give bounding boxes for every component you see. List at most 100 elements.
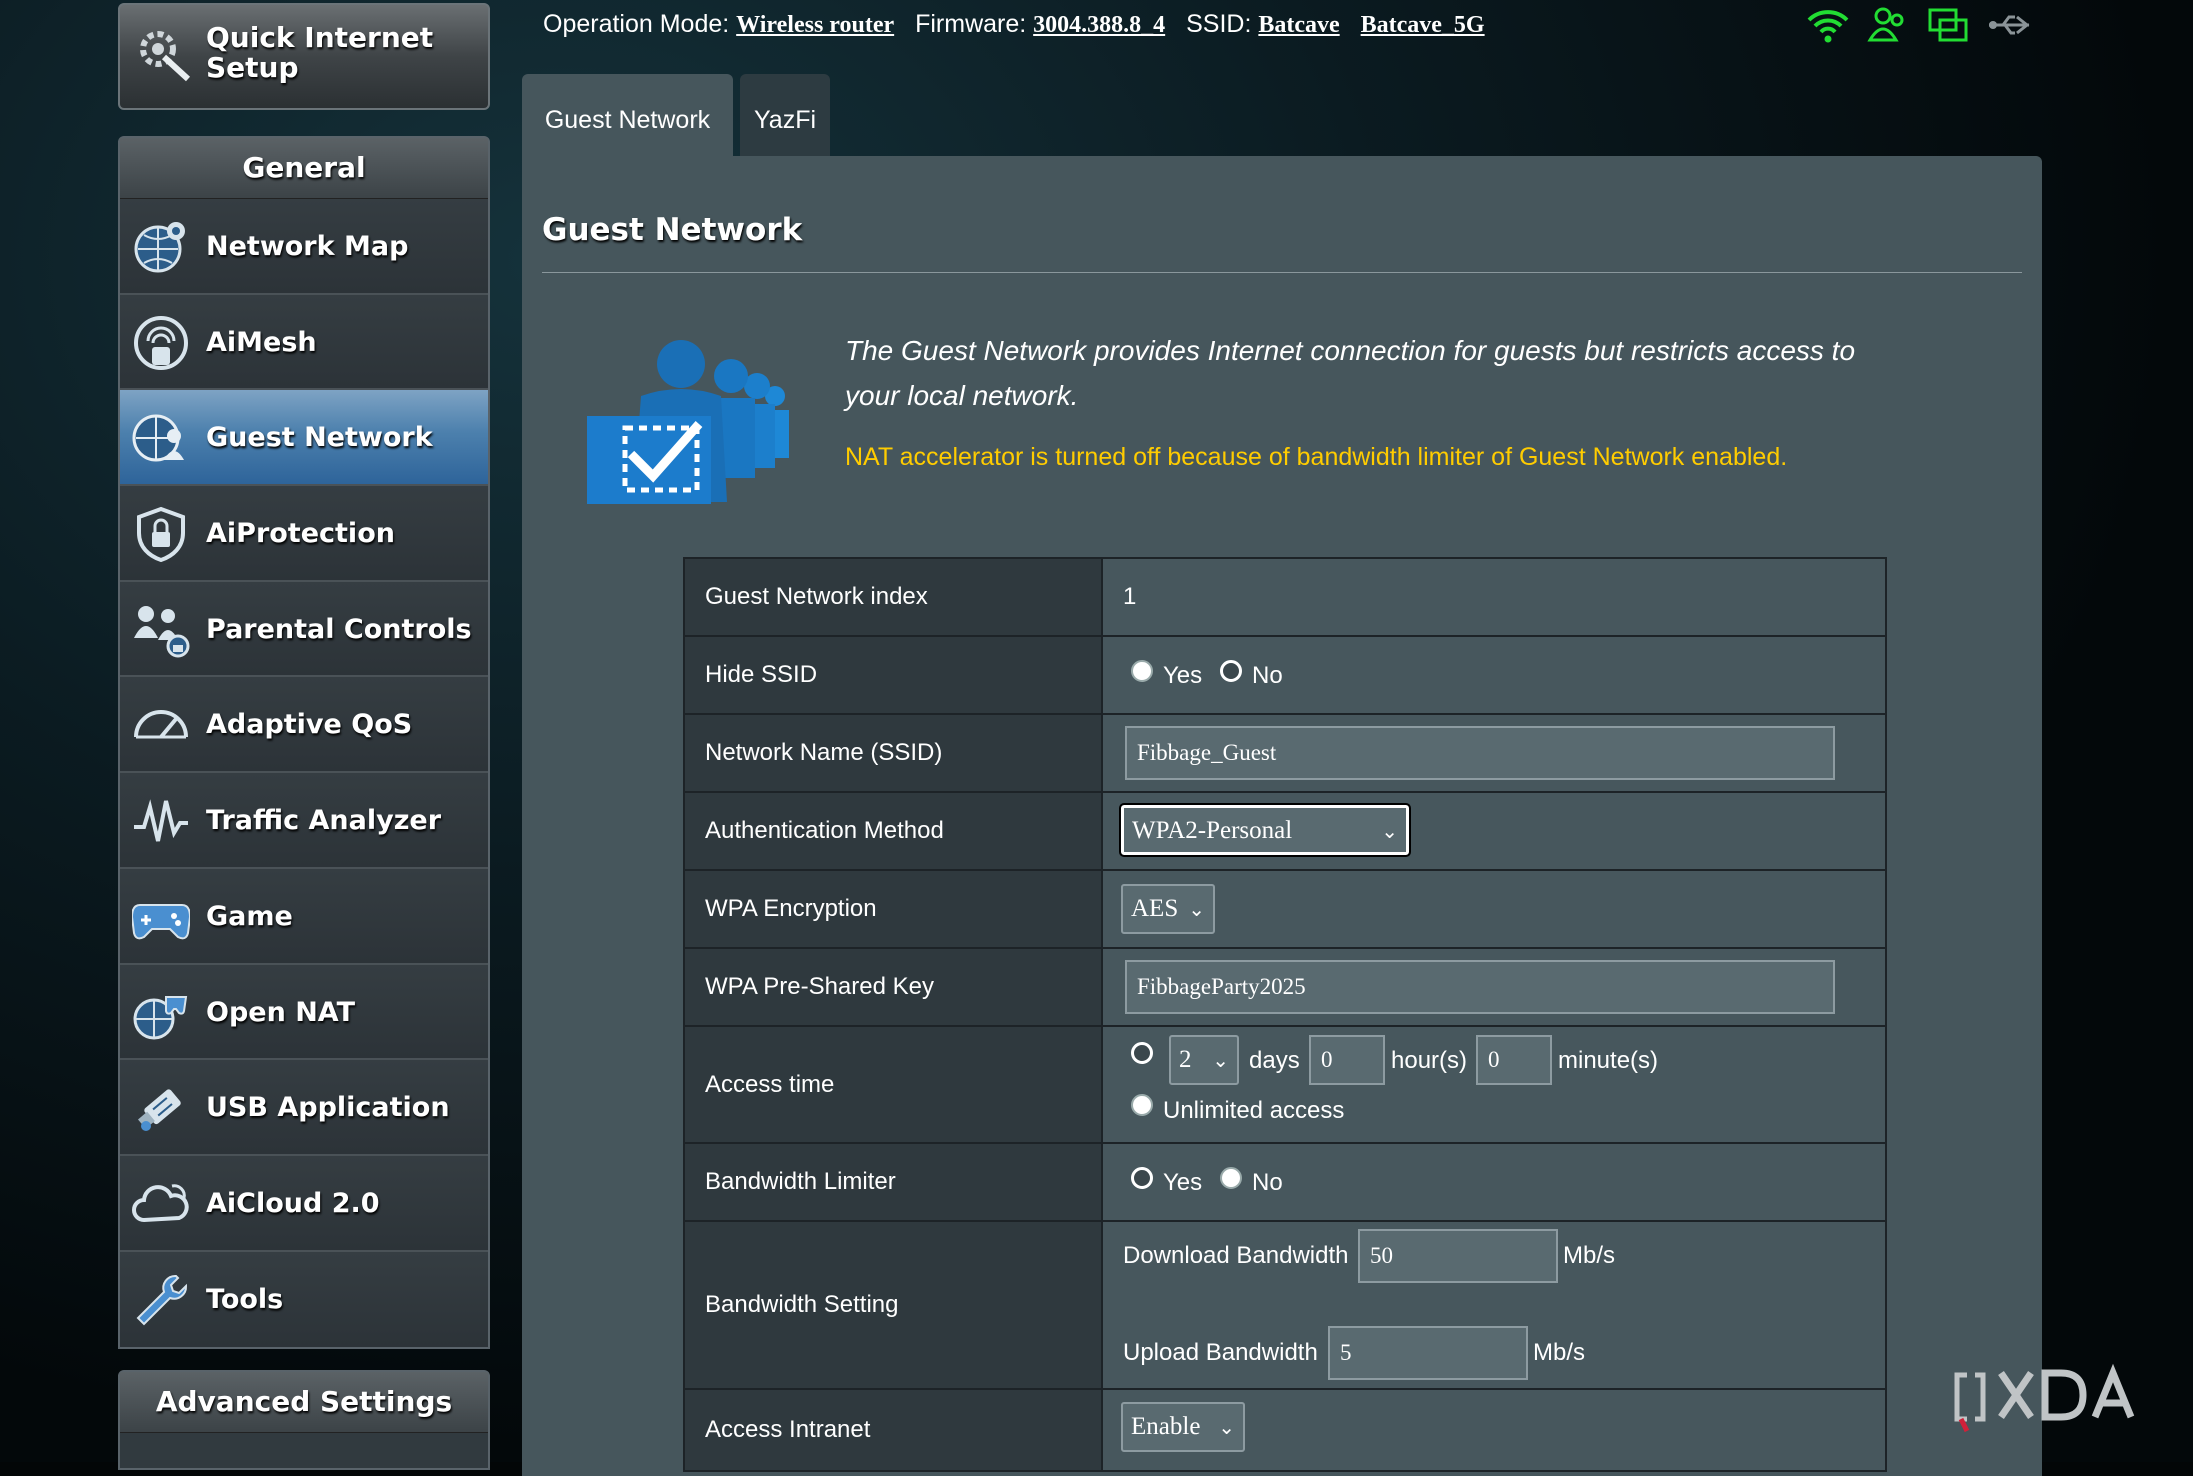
tab-guest-network[interactable]: Guest Network <box>522 74 733 156</box>
bw-limiter-no-radio[interactable] <box>1220 1167 1242 1189</box>
psk-input[interactable]: FibbageParty2025 <box>1125 960 1835 1014</box>
sidebar-item-usb-application[interactable]: USB Application <box>120 1060 488 1156</box>
row-bandwidth-limiter: Bandwidth Limiter Yes No <box>685 1144 1885 1222</box>
sidebar-item-aiprotection[interactable]: AiProtection <box>120 486 488 582</box>
sidebar-item-label: Parental Controls <box>206 613 472 645</box>
firmware-label: Firmware: <box>915 10 1027 38</box>
days-value: 2 <box>1179 1046 1192 1073</box>
status-bar: Operation Mode: Wireless router Firmware… <box>543 10 1499 39</box>
clients-icon[interactable] <box>1867 6 1907 49</box>
sidebar-item-label: Traffic Analyzer <box>206 805 442 837</box>
sidebar-item-adaptive-qos[interactable]: Adaptive QoS <box>120 677 488 774</box>
sidebar-item-network-map[interactable]: Network Map <box>120 199 488 295</box>
gauge-icon <box>132 697 190 753</box>
sidebar-item-traffic-analyzer[interactable]: Traffic Analyzer <box>120 773 488 869</box>
wpa-encryption-value: AES <box>1131 895 1179 922</box>
globe-map-icon <box>132 219 190 275</box>
ssid-input[interactable]: Fibbage_Guest <box>1125 726 1835 780</box>
advanced-settings-header: Advanced Settings <box>120 1372 488 1433</box>
op-mode-link[interactable]: Wireless router <box>736 12 894 38</box>
hide-ssid-no-label: No <box>1252 662 1283 689</box>
hours-input[interactable]: 0 <box>1309 1035 1385 1085</box>
hours-unit: hour(s) <box>1391 1047 1468 1074</box>
sidebar-item-label: Network Map <box>206 231 409 262</box>
sidebar-item-open-nat[interactable]: Open NAT <box>120 964 488 1061</box>
gamepad-icon <box>130 889 192 945</box>
row-wpa-encryption: WPA Encryption AES ⌄ <box>685 871 1885 949</box>
hide-ssid-label: Hide SSID <box>685 637 1103 713</box>
chevron-down-icon: ⌄ <box>1381 819 1398 843</box>
row-psk: WPA Pre-Shared Key FibbageParty2025 <box>685 949 1885 1027</box>
minutes-input[interactable]: 0 <box>1476 1035 1552 1085</box>
row-hide-ssid: Hide SSID Yes No <box>685 637 1885 715</box>
row-auth-method: Authentication Method WPA2-Personal ⌄ <box>685 793 1885 871</box>
nat-warning-text: NAT accelerator is turned off because of… <box>845 443 1788 471</box>
timed-access-radio[interactable] <box>1131 1042 1153 1064</box>
row-access-time: Access time 2 ⌄ days 0 hour(s) 0 minute(… <box>685 1027 1885 1144</box>
auth-method-select[interactable]: WPA2-Personal ⌄ <box>1119 803 1411 857</box>
chevron-down-icon: ⌄ <box>1212 1048 1229 1072</box>
row-guest-index: Guest Network index 1 <box>685 559 1885 637</box>
psk-label: WPA Pre-Shared Key <box>685 949 1103 1025</box>
sidebar-item-label: Guest Network <box>206 422 433 454</box>
row-bandwidth-setting: Bandwidth Setting Download Bandwidth 50 … <box>685 1222 1885 1390</box>
network-status-icon[interactable] <box>1928 6 1970 49</box>
sidebar-item-parental-controls[interactable]: Parental Controls <box>120 581 488 678</box>
guest-index-label: Guest Network index <box>685 559 1103 635</box>
access-intranet-select[interactable]: Enable ⌄ <box>1121 1402 1245 1452</box>
sidebar-item-guest-network[interactable]: Guest Network <box>120 390 488 487</box>
guest-users-icon <box>585 336 805 506</box>
sidebar-item-label: Game <box>206 900 293 932</box>
sidebar-item-aicloud[interactable]: AiCloud 2.0 <box>120 1155 488 1252</box>
days-unit: days <box>1249 1047 1300 1074</box>
sidebar-item-aimesh[interactable]: AiMesh <box>120 294 488 391</box>
wpa-encryption-label: WPA Encryption <box>685 871 1103 947</box>
unlimited-access-radio[interactable] <box>1131 1094 1153 1116</box>
open-nat-icon <box>132 985 190 1041</box>
sidebar-item-label: Adaptive QoS <box>206 709 413 741</box>
quick-setup-label: Quick Internet Setup <box>206 21 434 84</box>
ssid-field-label: Network Name (SSID) <box>685 715 1103 791</box>
guest-network-description: The Guest Network provides Internet conn… <box>845 335 1856 411</box>
aimesh-icon <box>132 315 190 371</box>
bandwidth-setting-label: Bandwidth Setting <box>685 1222 1103 1388</box>
general-header: General <box>120 138 488 199</box>
wifi-icon[interactable] <box>1807 6 1849 49</box>
guest-network-icon <box>132 410 190 466</box>
hide-ssid-yes-label: Yes <box>1163 662 1203 689</box>
bw-limiter-yes-label: Yes <box>1163 1169 1203 1196</box>
wpa-encryption-select[interactable]: AES ⌄ <box>1121 884 1215 934</box>
quick-internet-setup-button[interactable]: Quick Internet Setup <box>118 3 490 110</box>
ssid-link-1[interactable]: Batcave <box>1258 12 1339 38</box>
download-bandwidth-input[interactable]: 50 <box>1358 1229 1558 1283</box>
title-divider <box>542 272 2022 273</box>
family-icon <box>132 602 190 658</box>
tab-yazfi[interactable]: YazFi <box>740 74 830 156</box>
ssid-link-2[interactable]: Batcave_5G <box>1361 12 1485 38</box>
sidebar-item-label: AiCloud 2.0 <box>206 1187 380 1219</box>
guest-network-form: Guest Network index 1 Hide SSID Yes No N… <box>683 557 1887 1472</box>
wrench-icon <box>132 1272 190 1328</box>
cloud-icon <box>132 1176 190 1232</box>
advanced-settings-menu: Advanced Settings <box>118 1370 490 1470</box>
sidebar-item-tools[interactable]: Tools <box>120 1251 488 1348</box>
sidebar-item-label: Tools <box>206 1283 284 1315</box>
page-title: Guest Network <box>542 212 803 248</box>
firmware-link[interactable]: 3004.388.8_4 <box>1033 12 1165 38</box>
chevron-down-icon: ⌄ <box>1218 1415 1235 1439</box>
bw-limiter-yes-radio[interactable] <box>1131 1167 1153 1189</box>
hide-ssid-no-radio[interactable] <box>1220 660 1242 682</box>
upload-bandwidth-label: Upload Bandwidth <box>1123 1339 1318 1366</box>
sidebar-item-label: AiProtection <box>206 518 395 550</box>
usb-status-icon[interactable] <box>1987 6 2033 49</box>
days-select[interactable]: 2 ⌄ <box>1169 1035 1239 1085</box>
guest-index-value: 1 <box>1123 583 1137 610</box>
sidebar-item-label: USB Application <box>206 1092 450 1124</box>
ssid-label: SSID: <box>1186 10 1252 38</box>
sidebar-item-label: Open NAT <box>206 996 356 1028</box>
upload-bandwidth-input[interactable]: 5 <box>1328 1326 1528 1380</box>
hide-ssid-yes-radio[interactable] <box>1131 660 1153 682</box>
row-access-intranet: Access Intranet Enable ⌄ <box>685 1390 1885 1470</box>
sidebar-item-game[interactable]: Game <box>120 868 488 965</box>
auth-method-value: WPA2-Personal <box>1132 817 1293 844</box>
